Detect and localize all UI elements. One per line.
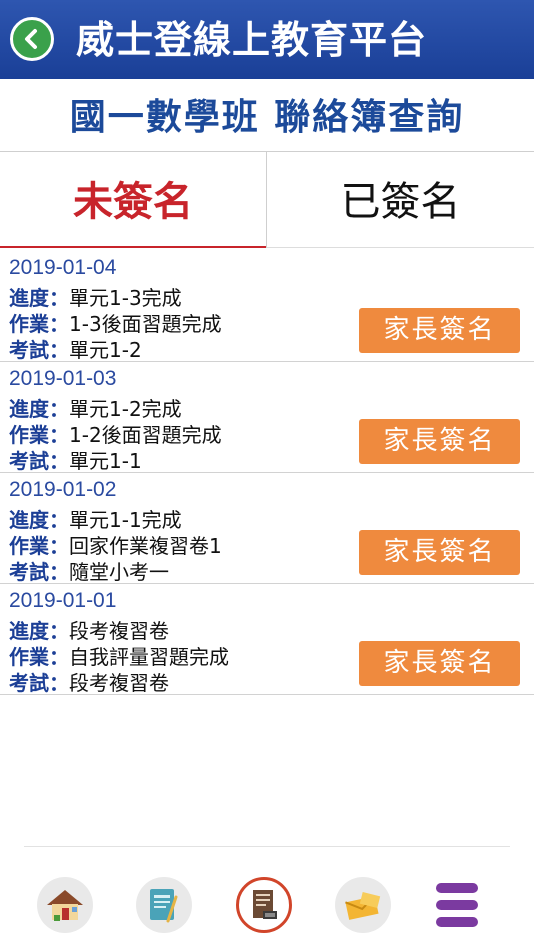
nav-home[interactable] (37, 877, 93, 933)
homework-line: 作業：1-2後面習題完成 (9, 419, 222, 448)
progress-line: 進度：單元1-2完成 (9, 393, 182, 422)
progress-value: 段考複習卷 (69, 619, 169, 643)
home-icon (47, 890, 83, 921)
homework-label: 作業： (9, 423, 69, 447)
progress-line: 進度：段考複習卷 (9, 615, 169, 644)
progress-label: 進度： (9, 397, 69, 421)
app-header: 威士登線上教育平台 (0, 0, 534, 79)
back-button[interactable] (10, 17, 54, 61)
exam-value: 段考複習卷 (69, 671, 169, 695)
contact-book-stamp-icon (253, 890, 277, 919)
progress-label: 進度： (9, 619, 69, 643)
homework-value: 1-3後面習題完成 (69, 312, 222, 336)
progress-label: 進度： (9, 508, 69, 532)
homework-label: 作業： (9, 534, 69, 558)
entry-date: 2019-01-02 (9, 478, 117, 501)
exam-value: 單元1-2 (69, 338, 142, 362)
exam-label: 考試： (9, 671, 69, 695)
mail-icon (345, 892, 381, 920)
progress-line: 進度：單元1-1完成 (9, 504, 182, 533)
homework-line: 作業：自我評量習題完成 (9, 641, 229, 670)
exam-line: 考試：段考複習卷 (9, 667, 169, 696)
list-item: 2019-01-03 進度：單元1-2完成 作業：1-2後面習題完成 考試：單元… (0, 363, 534, 473)
parent-sign-button[interactable]: 家長簽名 (359, 308, 520, 353)
list-item: 2019-01-02 進度：單元1-1完成 作業：回家作業複習卷1 考試：隨堂小… (0, 474, 534, 584)
nav-menu[interactable] (434, 877, 490, 933)
contact-book-list: 2019-01-04 進度：單元1-3完成 作業：1-3後面習題完成 考試：單元… (0, 252, 534, 696)
exam-label: 考試： (9, 449, 69, 473)
exam-label: 考試： (9, 338, 69, 362)
app-title: 威士登線上教育平台 (76, 18, 428, 62)
parent-sign-button[interactable]: 家長簽名 (359, 419, 520, 464)
progress-value: 單元1-2完成 (69, 397, 182, 421)
parent-sign-button[interactable]: 家長簽名 (359, 530, 520, 575)
list-item: 2019-01-01 進度：段考複習卷 作業：自我評量習題完成 考試：段考複習卷… (0, 585, 534, 695)
tab-bar: 未簽名 已簽名 (0, 151, 534, 248)
entry-date: 2019-01-04 (9, 256, 117, 279)
homework-line: 作業：回家作業複習卷1 (9, 530, 222, 559)
nav-contact-book[interactable] (236, 877, 292, 933)
progress-value: 單元1-1完成 (69, 508, 182, 532)
homework-value: 回家作業複習卷1 (69, 534, 222, 558)
parent-sign-button[interactable]: 家長簽名 (359, 641, 520, 686)
homework-value: 1-2後面習題完成 (69, 423, 222, 447)
progress-line: 進度：單元1-3完成 (9, 282, 182, 311)
tab-unsigned[interactable]: 未簽名 (0, 152, 266, 248)
entry-date: 2019-01-03 (9, 367, 117, 390)
tab-signed[interactable]: 已簽名 (266, 152, 534, 248)
exam-line: 考試：單元1-2 (9, 334, 142, 363)
bottom-divider (24, 846, 510, 847)
nav-notebook[interactable] (136, 877, 192, 933)
list-item: 2019-01-04 進度：單元1-3完成 作業：1-3後面習題完成 考試：單元… (0, 252, 534, 362)
page-title: 國一數學班 聯絡簿查詢 (69, 97, 465, 138)
exam-value: 隨堂小考一 (69, 560, 169, 584)
homework-label: 作業： (9, 312, 69, 336)
menu-icon (436, 883, 478, 927)
exam-value: 單元1-1 (69, 449, 142, 473)
progress-value: 單元1-3完成 (69, 286, 182, 310)
homework-line: 作業：1-3後面習題完成 (9, 308, 222, 337)
entry-date: 2019-01-01 (9, 589, 117, 612)
chevron-left-icon (25, 29, 37, 49)
exam-label: 考試： (9, 560, 69, 584)
homework-value: 自我評量習題完成 (69, 645, 229, 669)
exam-line: 考試：隨堂小考一 (9, 556, 169, 585)
notebook-icon (150, 889, 178, 923)
nav-mail[interactable] (335, 877, 391, 933)
homework-label: 作業： (9, 645, 69, 669)
progress-label: 進度： (9, 286, 69, 310)
exam-line: 考試：單元1-1 (9, 445, 142, 474)
